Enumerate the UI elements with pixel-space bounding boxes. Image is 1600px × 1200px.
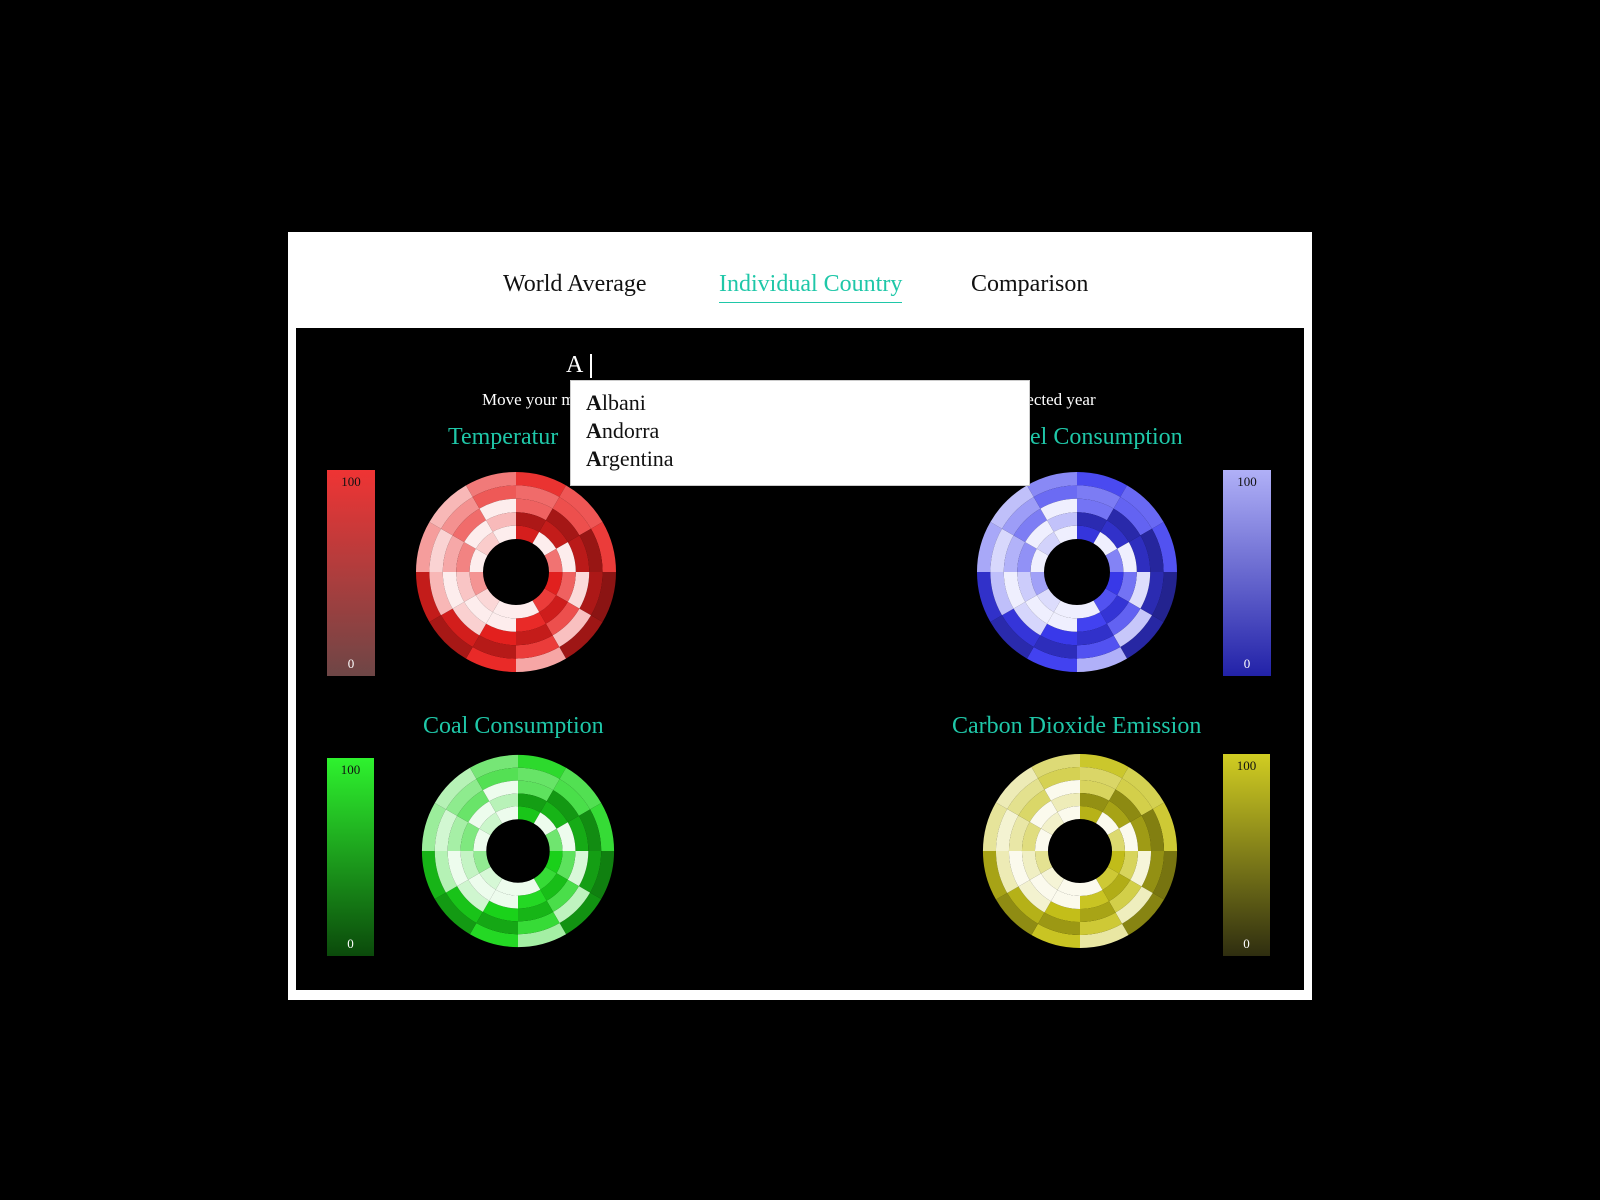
dropdown-option-andorra[interactable]: Andorra bbox=[586, 417, 659, 445]
fuel-radial-chart[interactable] bbox=[975, 470, 1179, 674]
temperature-radial-chart[interactable] bbox=[414, 470, 618, 674]
option-match: A bbox=[586, 418, 602, 443]
co2-legend-max: 100 bbox=[1236, 758, 1257, 773]
top-nav: World Average Individual Country Compari… bbox=[288, 232, 1312, 328]
fuel-legend: 100 0 bbox=[1223, 470, 1271, 676]
option-rest: ndorra bbox=[601, 418, 660, 443]
fuel-legend-max: 100 bbox=[1237, 474, 1257, 489]
dropdown-option-albani[interactable]: Albani bbox=[586, 389, 646, 417]
co2-legend-min: 0 bbox=[1243, 936, 1250, 951]
fuel-chart-title: uel Consumption bbox=[1018, 424, 1183, 450]
instruction-text-left: Move your m bbox=[482, 390, 575, 409]
dropdown-option-argentina[interactable]: Argentina bbox=[586, 445, 674, 473]
co2-chart-title: Carbon Dioxide Emission bbox=[952, 713, 1202, 739]
country-search-input[interactable] bbox=[566, 350, 746, 380]
option-rest: rgentina bbox=[601, 446, 674, 471]
coal-legend: 100 0 bbox=[327, 758, 374, 956]
temperature-legend: 100 0 bbox=[327, 470, 375, 676]
tab-world-average[interactable]: World Average bbox=[503, 268, 647, 302]
coal-chart-title: Coal Consumption bbox=[423, 713, 604, 739]
co2-radial-chart[interactable] bbox=[981, 752, 1179, 950]
text-caret bbox=[590, 354, 592, 378]
coal-legend-min: 0 bbox=[347, 936, 354, 951]
option-rest: lbani bbox=[601, 390, 646, 415]
tab-individual-country[interactable]: Individual Country bbox=[719, 268, 903, 303]
app-frame: World Average Individual Country Compari… bbox=[288, 232, 1312, 1000]
coal-legend-max: 100 bbox=[340, 762, 361, 777]
option-match: A bbox=[586, 390, 602, 415]
co2-legend: 100 0 bbox=[1223, 754, 1270, 956]
option-match: A bbox=[586, 446, 602, 471]
temperature-legend-min: 0 bbox=[347, 656, 355, 671]
fuel-legend-min: 0 bbox=[1243, 656, 1251, 671]
tab-comparison[interactable]: Comparison bbox=[971, 268, 1088, 302]
coal-radial-chart[interactable] bbox=[420, 753, 616, 949]
temperature-chart-title: Temperatur bbox=[448, 424, 559, 450]
country-autocomplete-dropdown: Albani Andorra Argentina bbox=[570, 380, 1030, 486]
temperature-legend-max: 100 bbox=[341, 474, 361, 489]
